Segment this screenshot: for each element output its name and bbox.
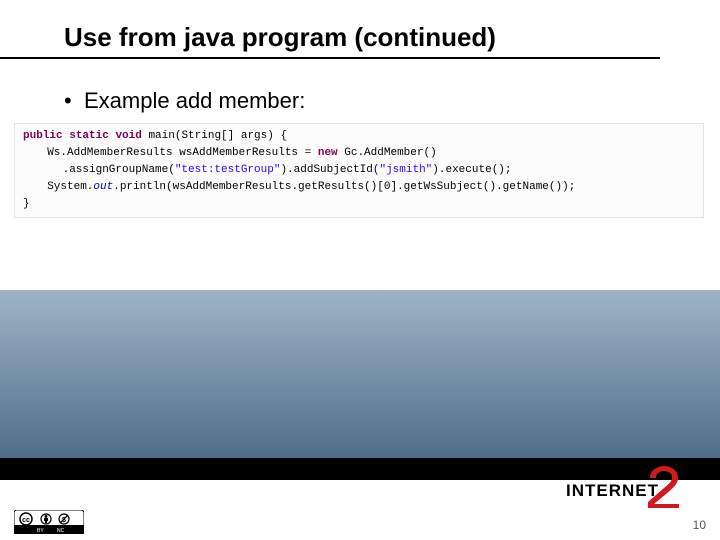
code-block: public static void main(String[] args) {… bbox=[14, 123, 704, 218]
svg-text:cc: cc bbox=[22, 517, 30, 524]
bullet-item: • Example add member: bbox=[64, 87, 720, 115]
page-number: 10 bbox=[693, 518, 706, 532]
bullet-list: • Example add member: bbox=[64, 87, 720, 115]
code-line-2: Ws.AddMemberResults wsAddMemberResults =… bbox=[23, 147, 437, 159]
code-line-1: public static void main(String[] args) { bbox=[23, 130, 287, 142]
gradient-band bbox=[0, 290, 720, 458]
code-line-4: System.out.println(wsAddMemberResults.ge… bbox=[23, 181, 575, 193]
bullet-dot-icon: • bbox=[64, 87, 84, 115]
slide: Use from java program (continued) • Exam… bbox=[0, 0, 720, 540]
code-line-5: } bbox=[23, 198, 30, 210]
internet2-logo: INTERNET ® bbox=[566, 472, 688, 510]
code-line-3: .assignGroupName("test:testGroup").addSu… bbox=[23, 164, 512, 176]
title-area: Use from java program (continued) bbox=[0, 0, 660, 59]
svg-text:BY: BY bbox=[37, 528, 44, 534]
bullet-text: Example add member: bbox=[84, 87, 305, 115]
cc-license-badge: cc $ BY NC bbox=[14, 510, 84, 534]
registered-icon: ® bbox=[681, 468, 688, 479]
logo-2-icon bbox=[646, 464, 680, 508]
slide-title: Use from java program (continued) bbox=[64, 22, 660, 53]
svg-text:NC: NC bbox=[57, 528, 65, 534]
